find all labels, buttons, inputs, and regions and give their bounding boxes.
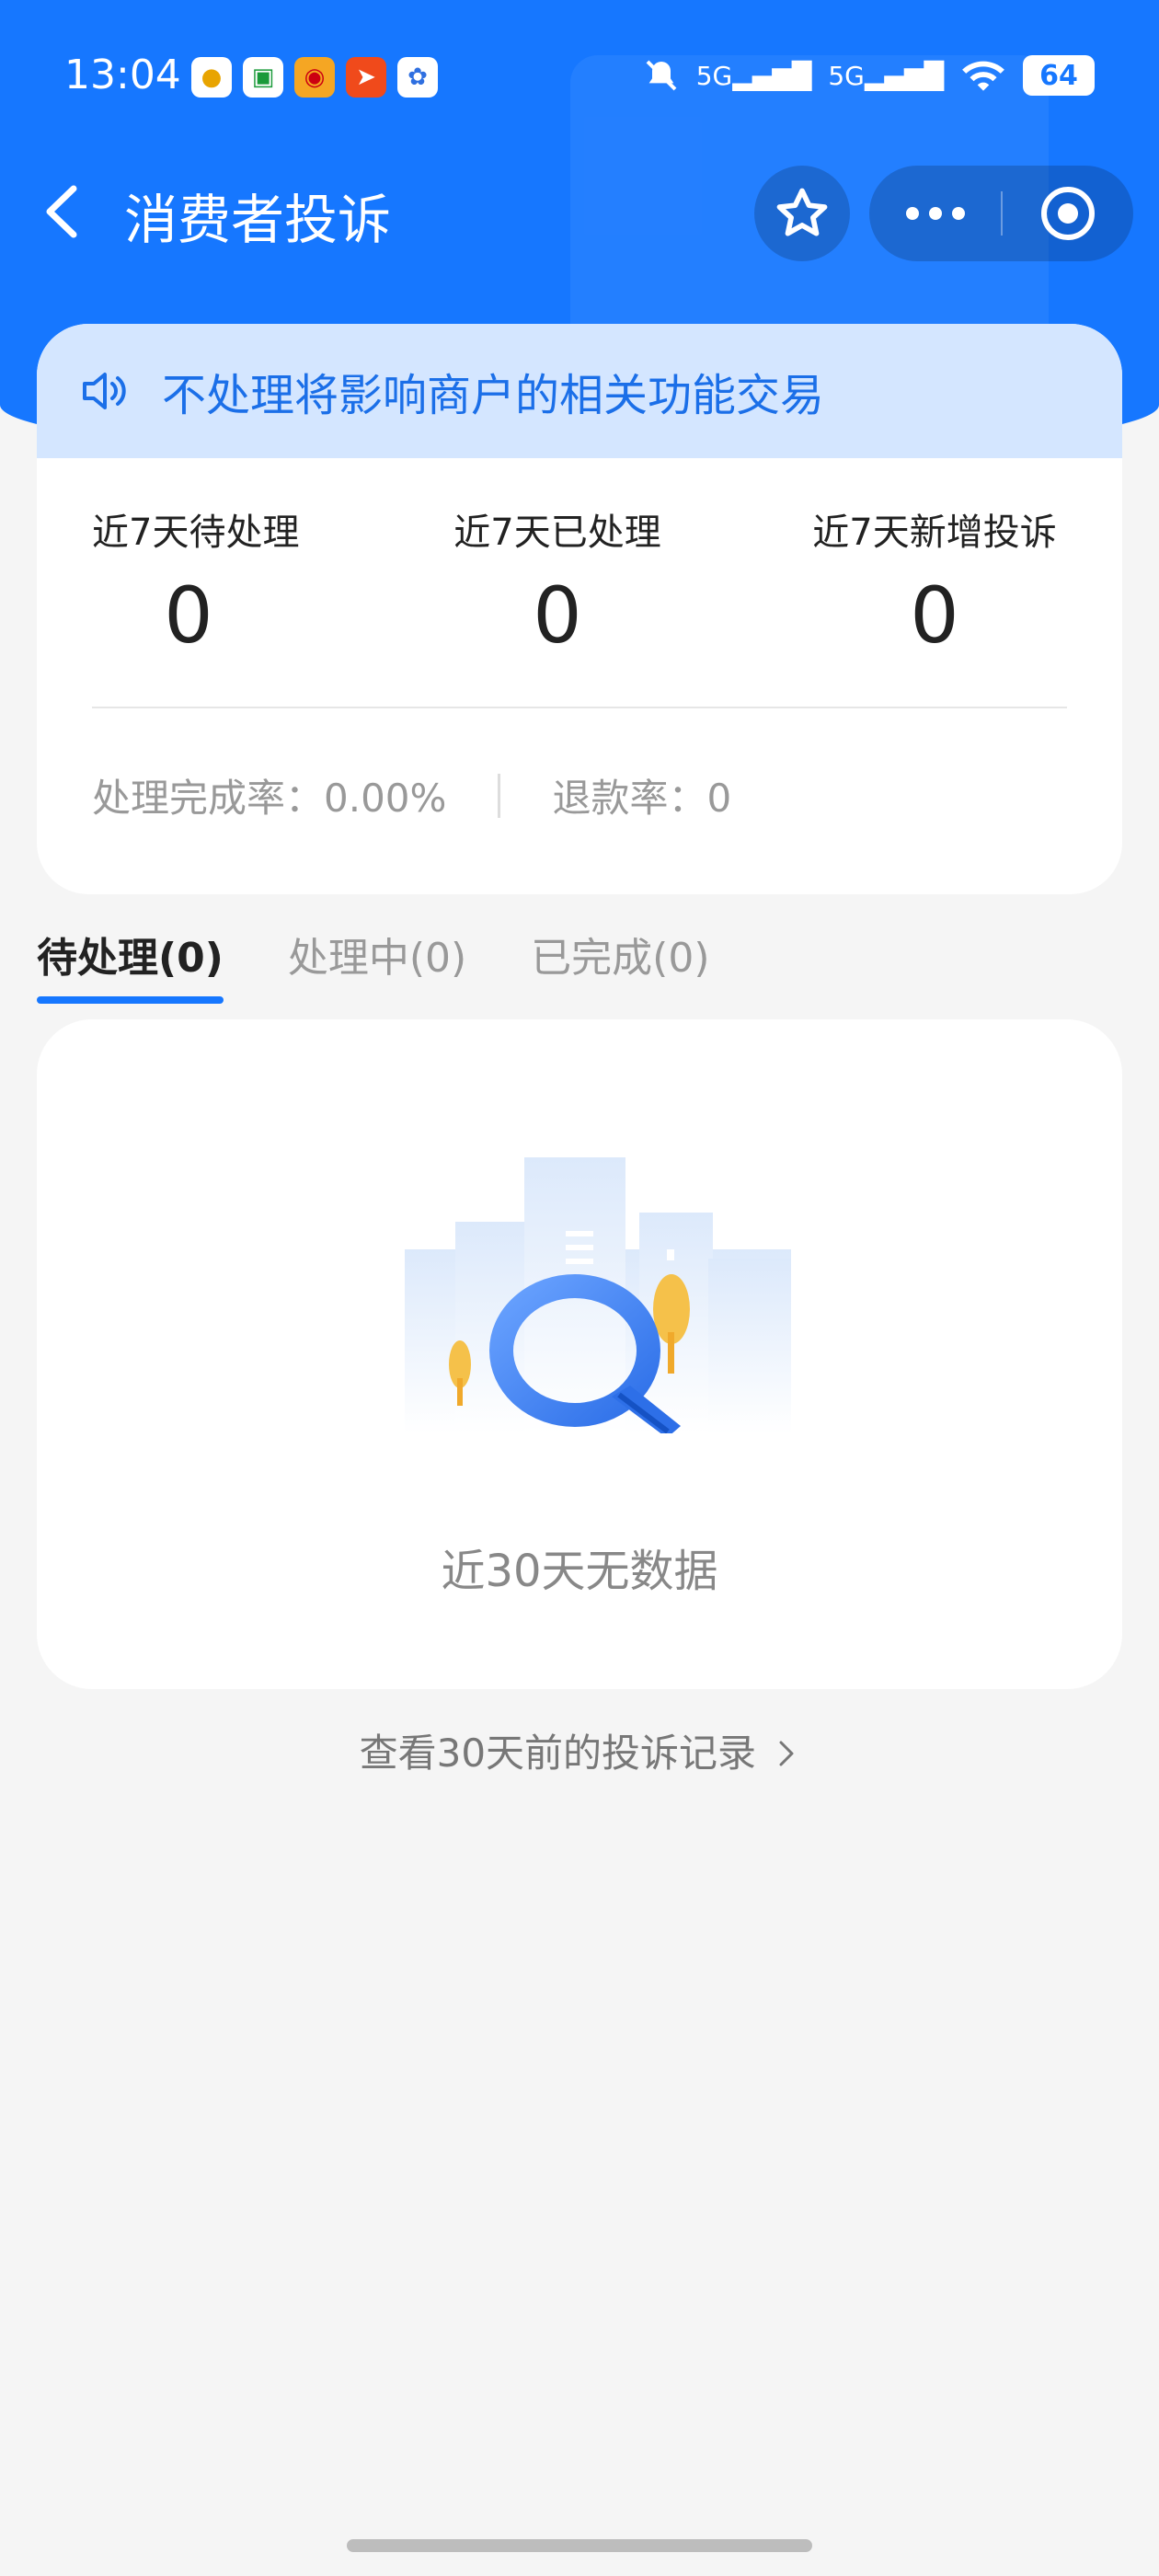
empty-state-card: 近30天无数据 [37, 1019, 1122, 1689]
app-notification-icon: ▣ [243, 57, 283, 98]
speaker-icon [83, 373, 126, 409]
stats-row: 近7天待处理 0 近7天已处理 0 近7天新增投诉 0 [37, 502, 1122, 668]
baidu-map-icon: ✿ [397, 57, 438, 98]
stat-processed[interactable]: 近7天已处理 0 [447, 502, 668, 661]
target-icon [1041, 187, 1095, 240]
status-indicators: 5G▂▄▆█ 5G▂▄▆█ 64 [643, 55, 1095, 96]
stat-value: 0 [164, 570, 213, 661]
notice-text: 不处理将影响商户的相关功能交易 [162, 370, 825, 421]
refund-rate: 退款率：0 [552, 776, 732, 821]
signal-5g-icon: 5G▂▄▆█ [695, 60, 812, 91]
chevron-right-icon [779, 1741, 794, 1766]
history-link-text: 查看30天前的投诉记录 [359, 1731, 757, 1776]
tab-completed[interactable]: 已完成(0) [531, 925, 709, 1004]
favorite-button[interactable] [754, 166, 850, 261]
app-notification-icon: ➤ [346, 57, 386, 98]
view-history-link[interactable]: 查看30天前的投诉记录 [0, 1722, 1159, 1778]
tab-pending[interactable]: 待处理(0) [37, 925, 224, 1004]
stat-new-complaints[interactable]: 近7天新增投诉 0 [802, 502, 1067, 661]
empty-state-text: 近30天无数据 [441, 1546, 718, 1597]
stat-value: 0 [910, 570, 959, 661]
stat-value: 0 [533, 570, 582, 661]
tab-processing[interactable]: 处理中(0) [288, 925, 466, 1004]
status-bar: 13:04 ● ▣ ◉ ➤ ✿ 5G▂▄▆█ 5G▂▄▆█ 64 [0, 0, 1159, 156]
rates-row: 处理完成率：0.00% 退款率：0 [92, 767, 731, 823]
stat-label: 近7天已处理 [453, 512, 661, 554]
empty-search-illustration [405, 1157, 791, 1433]
stat-pending[interactable]: 近7天待处理 0 [92, 502, 300, 661]
signal-5g-icon: 5G▂▄▆█ [828, 60, 944, 91]
notice-banner[interactable]: 不处理将影响商户的相关功能交易 [37, 324, 1122, 458]
status-time: 13:04 [64, 52, 181, 98]
stat-label: 近7天新增投诉 [812, 512, 1057, 554]
page-title: 消费者投诉 [124, 189, 392, 251]
rate-separator [498, 773, 501, 818]
wifi-icon [962, 61, 1004, 91]
back-arrow-icon[interactable] [37, 179, 92, 244]
complaint-stats-card: 不处理将影响商户的相关功能交易 近7天待处理 0 近7天已处理 0 近7天新增投… [37, 324, 1122, 894]
notification-app-icons: ● ▣ ◉ ➤ ✿ [191, 57, 438, 98]
battery-indicator: 64 [1023, 55, 1095, 96]
status-tabs: 待处理(0) 处理中(0) 已完成(0) [37, 925, 710, 1004]
miniprogram-capsule [869, 166, 1133, 261]
more-dots-icon [905, 207, 965, 220]
stat-label: 近7天待处理 [92, 512, 300, 554]
divider [92, 707, 1067, 708]
completion-rate: 处理完成率：0.00% [92, 776, 447, 821]
home-indicator[interactable] [347, 2539, 812, 2552]
close-miniprogram-button[interactable] [1003, 184, 1133, 243]
mute-bell-icon [646, 60, 677, 91]
app-notification-icon: ● [191, 57, 232, 98]
weibo-icon: ◉ [294, 57, 335, 98]
more-menu-button[interactable] [869, 204, 1001, 223]
star-icon [776, 188, 828, 236]
